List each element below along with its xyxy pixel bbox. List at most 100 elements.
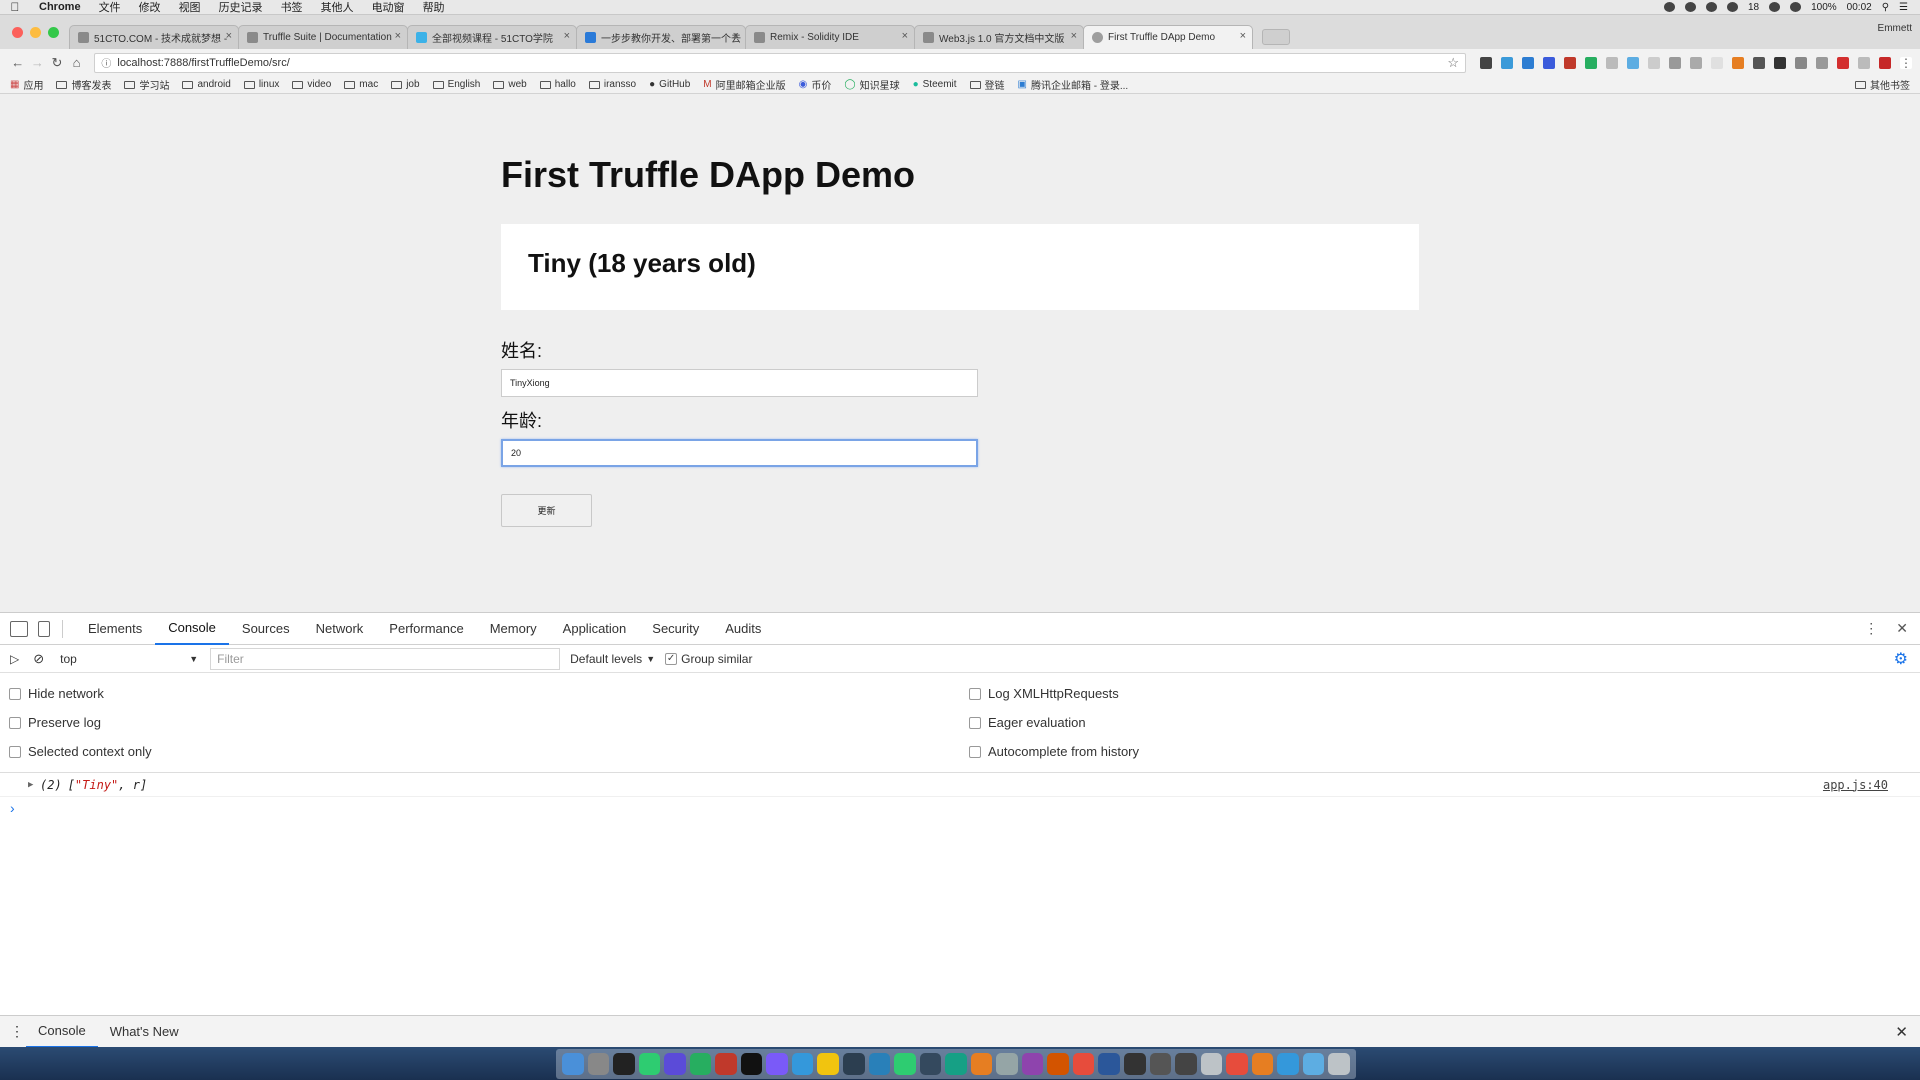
close-window-icon[interactable] xyxy=(12,26,23,38)
console-settings-gear-icon[interactable]: ⚙ xyxy=(1894,649,1908,669)
qq-icon[interactable] xyxy=(740,1053,763,1075)
setting-selected-context[interactable]: Selected context only xyxy=(0,737,960,766)
battery-percent[interactable]: 100% xyxy=(1811,2,1837,13)
app-icon[interactable] xyxy=(1021,1053,1044,1075)
menu-item-window[interactable]: 电动窗 xyxy=(363,0,414,15)
context-selector[interactable]: top ▼ xyxy=(54,649,204,669)
bookmark-folder[interactable]: android xyxy=(182,79,231,90)
close-tab-icon[interactable]: × xyxy=(564,30,570,42)
address-bar[interactable]: ⓘ localhost:7888/firstTruffleDemo/src/ ☆ xyxy=(94,52,1467,73)
bookmark-link[interactable]: ▣ 腾讯企业邮箱 - 登录... xyxy=(1018,77,1129,92)
console-log-entry[interactable]: ▶ (2) ["Tiny", r] app.js:40 xyxy=(0,773,1920,797)
close-tab-icon[interactable]: × xyxy=(733,30,739,42)
close-tab-icon[interactable]: × xyxy=(395,30,401,42)
drawer-tab-console[interactable]: Console xyxy=(26,1016,98,1048)
extension-icon[interactable] xyxy=(1774,56,1787,69)
checkbox-icon[interactable] xyxy=(9,716,21,729)
close-tab-icon[interactable]: × xyxy=(902,30,908,42)
app-icon[interactable] xyxy=(1047,1053,1069,1075)
menu-item-file[interactable]: 文件 xyxy=(90,0,130,15)
setting-preserve-log[interactable]: Preserve log xyxy=(0,708,960,737)
browser-tab[interactable]: 51CTO.COM - 技术成就梦想 - × xyxy=(69,25,239,49)
bookmark-folder[interactable]: hallo xyxy=(539,79,576,90)
source-link[interactable]: app.js:40 xyxy=(1823,778,1888,792)
trash-icon[interactable] xyxy=(1328,1053,1350,1075)
clock[interactable]: 00:02 xyxy=(1847,2,1872,13)
setting-hide-network[interactable]: Hide network xyxy=(0,679,960,708)
console-prompt[interactable]: › xyxy=(0,797,1920,819)
wechat-icon[interactable] xyxy=(894,1053,916,1075)
word-icon[interactable] xyxy=(1098,1053,1121,1075)
app-icon[interactable] xyxy=(970,1053,993,1075)
tab-security[interactable]: Security xyxy=(639,613,712,645)
tab-elements[interactable]: Elements xyxy=(75,613,155,645)
close-tab-icon[interactable]: × xyxy=(226,30,232,42)
volume-icon[interactable] xyxy=(1790,2,1802,12)
bookmark-folder[interactable]: 登链 xyxy=(969,77,1005,92)
app-icon[interactable] xyxy=(1200,1053,1223,1075)
bookmark-folder[interactable]: English xyxy=(432,79,480,90)
checkbox-icon[interactable] xyxy=(969,687,981,700)
xcode-icon[interactable] xyxy=(868,1053,891,1075)
setting-eager-evaluation[interactable]: Eager evaluation xyxy=(960,708,1920,737)
extension-icon[interactable] xyxy=(1753,56,1766,69)
checkbox-icon[interactable] xyxy=(969,716,981,729)
bookmark-folder[interactable]: video xyxy=(292,79,331,90)
setting-autocomplete-history[interactable]: Autocomplete from history xyxy=(960,737,1920,766)
finder-icon[interactable] xyxy=(562,1053,584,1075)
tab-performance[interactable]: Performance xyxy=(376,613,476,645)
menu-item-help[interactable]: 帮助 xyxy=(414,0,454,15)
tab-network[interactable]: Network xyxy=(303,613,377,645)
app-icon[interactable] xyxy=(919,1053,942,1075)
menu-item-history[interactable]: 历史记录 xyxy=(210,0,272,15)
setting-log-xhr[interactable]: Log XMLHttpRequests xyxy=(960,679,1920,708)
chrome-icon[interactable] xyxy=(817,1053,840,1075)
extension-icon[interactable] xyxy=(1564,56,1577,69)
bookmark-star-icon[interactable]: ☆ xyxy=(1447,55,1459,71)
bookmark-folder[interactable]: job xyxy=(391,79,420,90)
tab-sources[interactable]: Sources xyxy=(229,613,303,645)
browser-tab[interactable]: Remix - Solidity IDE × xyxy=(745,25,915,49)
bookmark-folder[interactable]: linux xyxy=(243,79,279,90)
tab-console[interactable]: Console xyxy=(155,613,229,645)
bookmark-apps[interactable]: ▦ 应用 xyxy=(10,77,43,92)
status-icon[interactable] xyxy=(1663,2,1675,12)
terminal-icon[interactable] xyxy=(613,1053,635,1075)
wifi-icon[interactable] xyxy=(1769,2,1781,12)
name-input[interactable]: TinyXiong xyxy=(501,369,978,397)
log-levels-dropdown[interactable]: Default levels ▼ xyxy=(570,652,655,666)
close-drawer-icon[interactable]: ✕ xyxy=(1895,1023,1920,1041)
chrome-menu-icon[interactable]: ⋮ xyxy=(1900,56,1913,69)
checkbox-icon[interactable] xyxy=(969,745,981,758)
device-toolbar-icon[interactable] xyxy=(38,620,50,637)
site-info-icon[interactable]: ⓘ xyxy=(101,55,111,70)
spotlight-icon[interactable]: ⚲ xyxy=(1882,2,1889,13)
bookmark-folder[interactable]: 学习站 xyxy=(124,77,169,92)
extension-icon[interactable] xyxy=(1648,56,1661,69)
app-icon[interactable] xyxy=(996,1053,1018,1075)
notification-center-icon[interactable]: ☰ xyxy=(1899,2,1908,13)
status-icon[interactable] xyxy=(1684,2,1696,12)
app-icon[interactable] xyxy=(664,1053,686,1075)
app-icon[interactable] xyxy=(1226,1053,1248,1075)
filter-input[interactable]: Filter xyxy=(210,647,561,670)
tab-memory[interactable]: Memory xyxy=(477,613,550,645)
browser-tab[interactable]: Web3.js 1.0 官方文档中文版 × xyxy=(914,25,1084,49)
expand-triangle-icon[interactable]: ▶ xyxy=(28,780,33,790)
app-icon[interactable] xyxy=(1149,1053,1172,1075)
phpstorm-icon[interactable] xyxy=(766,1053,788,1075)
forward-icon[interactable]: → xyxy=(28,55,48,70)
bookmark-folder[interactable]: mac xyxy=(344,79,378,90)
firefox-icon[interactable] xyxy=(1251,1053,1274,1075)
home-icon[interactable]: ⌂ xyxy=(67,55,87,70)
clear-console-icon[interactable]: ⊘ xyxy=(33,651,44,667)
app-icon[interactable] xyxy=(1124,1053,1146,1075)
checkbox-icon[interactable] xyxy=(9,687,21,700)
bookmark-other[interactable]: 其他书签 xyxy=(1855,77,1910,92)
checkbox-checked-icon[interactable]: ✓ xyxy=(665,652,678,665)
extension-icon[interactable] xyxy=(1837,56,1850,69)
menu-item-bookmarks[interactable]: 书签 xyxy=(272,0,312,15)
extension-icon[interactable] xyxy=(1669,56,1682,69)
extension-icon[interactable] xyxy=(1522,56,1535,69)
drawer-menu-icon[interactable]: ⋮ xyxy=(8,1023,26,1040)
